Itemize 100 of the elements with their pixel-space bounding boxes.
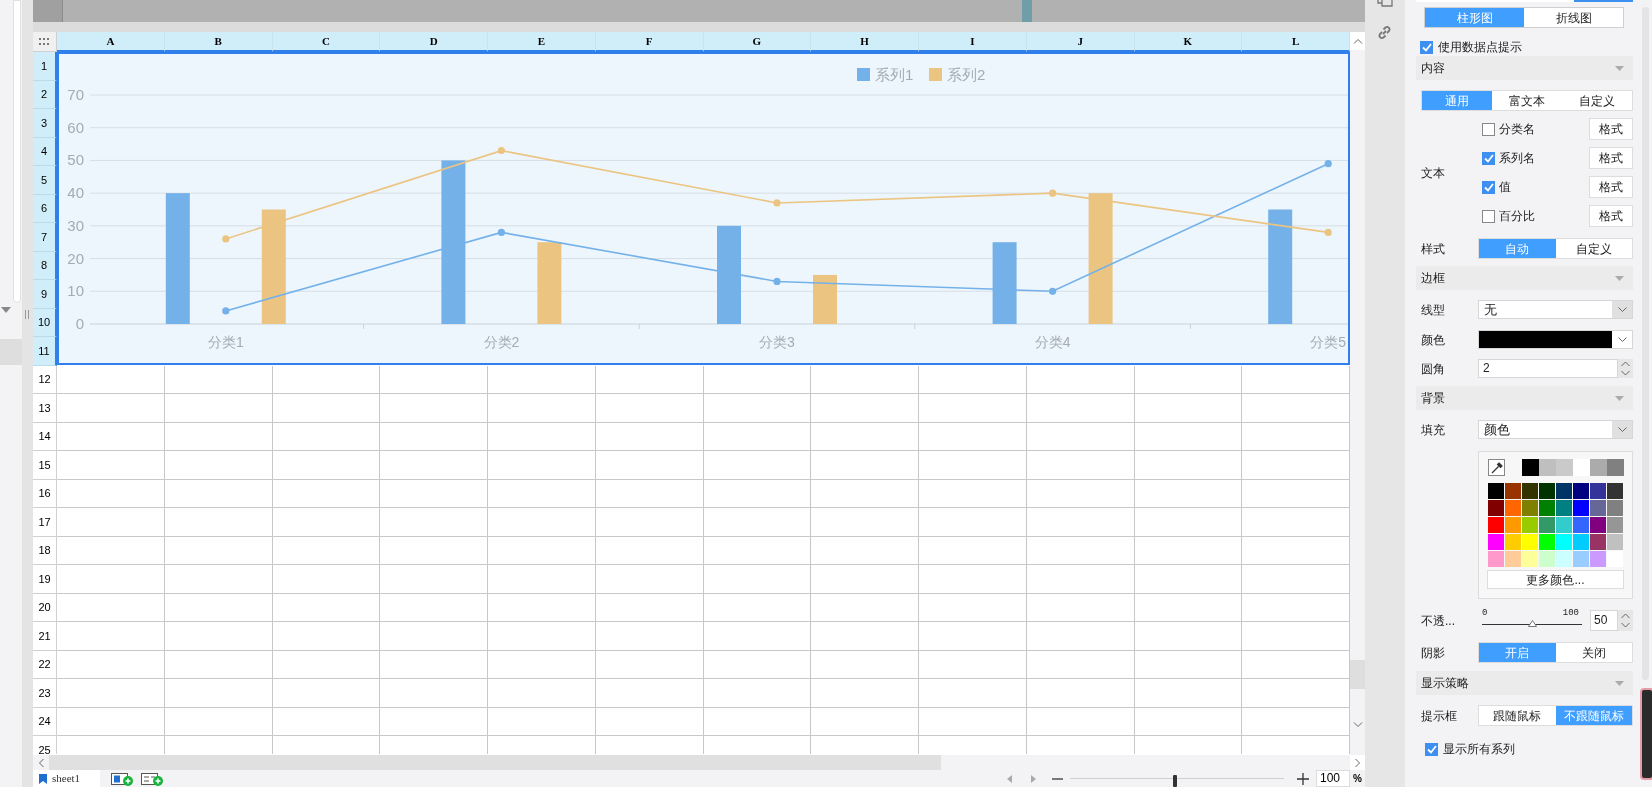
spreadsheet-cell[interactable] (811, 593, 919, 622)
color-swatch[interactable] (1556, 517, 1572, 533)
spinner-icon[interactable] (1618, 610, 1633, 631)
color-swatch[interactable] (1522, 551, 1538, 567)
spreadsheet-cell[interactable] (380, 479, 488, 508)
column-header[interactable]: J (1026, 32, 1135, 52)
row-header[interactable]: 8 (33, 251, 57, 280)
section-header[interactable]: 背景 (1416, 386, 1633, 410)
spreadsheet-cell[interactable] (919, 593, 1027, 622)
spreadsheet-cell[interactable] (703, 479, 812, 508)
chevron-down-icon[interactable] (1612, 301, 1632, 318)
color-swatch[interactable] (1488, 500, 1504, 516)
spreadsheet-cell[interactable] (811, 650, 919, 679)
column-header[interactable]: B (164, 32, 273, 52)
row-header[interactable]: 17 (33, 508, 57, 537)
spreadsheet-cell[interactable] (57, 536, 165, 565)
spreadsheet-cell[interactable] (811, 394, 919, 423)
color-swatch[interactable] (1539, 483, 1555, 499)
spreadsheet-cell[interactable] (595, 593, 704, 622)
spreadsheet-cell[interactable] (1026, 707, 1135, 736)
spreadsheet-cell[interactable] (1134, 536, 1243, 565)
spreadsheet-cell[interactable] (1134, 394, 1243, 423)
color-swatch[interactable] (1539, 551, 1555, 567)
spreadsheet-cell[interactable] (272, 536, 381, 565)
spreadsheet-cell[interactable] (380, 707, 488, 736)
format-button[interactable]: 格式 (1589, 205, 1633, 227)
spreadsheet-cell[interactable] (811, 565, 919, 594)
row-header[interactable]: 16 (33, 479, 57, 508)
spreadsheet-cell[interactable] (703, 650, 812, 679)
column-header[interactable]: E (488, 32, 596, 52)
spreadsheet-cell[interactable] (595, 622, 704, 651)
spreadsheet-cell[interactable] (595, 650, 704, 679)
color-swatch[interactable] (1573, 483, 1589, 499)
column-header[interactable]: C (272, 32, 381, 52)
color-swatch[interactable] (1607, 459, 1624, 476)
spreadsheet-cell[interactable] (380, 422, 488, 451)
color-swatch[interactable] (1505, 483, 1521, 499)
color-swatch[interactable] (1573, 500, 1589, 516)
spreadsheet-cell[interactable] (811, 536, 919, 565)
row-header[interactable]: 11 (33, 337, 57, 366)
checkbox[interactable] (1482, 209, 1495, 223)
spreadsheet-cell[interactable] (1134, 422, 1243, 451)
spreadsheet-cell[interactable] (1134, 707, 1243, 736)
color-swatch[interactable] (1556, 483, 1572, 499)
column-header[interactable]: G (703, 32, 812, 52)
spreadsheet-cell[interactable] (57, 650, 165, 679)
row-header[interactable]: 23 (33, 679, 57, 708)
color-swatch[interactable] (1488, 534, 1504, 550)
collapse-triangle-icon[interactable] (1615, 65, 1624, 71)
checkbox[interactable] (1420, 40, 1433, 54)
spreadsheet-cell[interactable] (595, 479, 704, 508)
slider-thumb[interactable] (1527, 620, 1537, 627)
spinner-icon[interactable] (1618, 359, 1633, 378)
scrollbar-thumb[interactable] (49, 755, 941, 770)
format-button[interactable]: 格式 (1589, 176, 1633, 198)
section-header[interactable]: 显示策略 (1416, 671, 1633, 695)
color-swatch[interactable] (1556, 500, 1572, 516)
spreadsheet-cell[interactable] (919, 650, 1027, 679)
checkbox[interactable] (1482, 151, 1495, 165)
spreadsheet-cell[interactable] (1026, 422, 1135, 451)
spreadsheet-cell[interactable] (272, 451, 381, 480)
spreadsheet-cell[interactable] (380, 394, 488, 423)
color-swatch[interactable] (1522, 534, 1538, 550)
color-swatch[interactable] (1607, 500, 1623, 516)
ruler-handle[interactable] (33, 0, 63, 22)
color-swatch[interactable] (1590, 517, 1606, 533)
row-header[interactable]: 4 (33, 137, 57, 166)
spreadsheet-cell[interactable] (57, 394, 165, 423)
row-header[interactable]: 1 (33, 52, 57, 81)
color-swatch[interactable] (1590, 551, 1606, 567)
dropdown-triangle-icon[interactable] (1, 307, 11, 313)
link-icon[interactable] (1377, 25, 1392, 40)
color-swatch[interactable] (1607, 517, 1623, 533)
row-header[interactable]: 21 (33, 622, 57, 651)
color-swatch[interactable] (1573, 517, 1589, 533)
spreadsheet-cell[interactable] (1026, 622, 1135, 651)
spreadsheet-cell[interactable] (919, 679, 1027, 708)
spreadsheet-cell[interactable] (811, 451, 919, 480)
row-header[interactable]: 20 (33, 593, 57, 622)
spreadsheet-cell[interactable] (919, 508, 1027, 537)
spreadsheet-cell[interactable] (595, 422, 704, 451)
spreadsheet-cell[interactable] (57, 508, 165, 537)
format-button[interactable]: 格式 (1589, 118, 1633, 140)
spreadsheet-cell[interactable] (595, 451, 704, 480)
color-swatch[interactable] (1522, 517, 1538, 533)
spreadsheet-cell[interactable] (57, 479, 165, 508)
row-header[interactable]: 12 (33, 365, 57, 394)
spreadsheet-cell[interactable] (811, 422, 919, 451)
column-header[interactable]: L (1242, 32, 1350, 52)
spreadsheet-cell[interactable] (380, 451, 488, 480)
spreadsheet-cell[interactable] (57, 451, 165, 480)
spreadsheet-cell[interactable] (380, 593, 488, 622)
row-header[interactable]: 2 (33, 80, 57, 109)
collapse-triangle-icon[interactable] (1615, 395, 1624, 401)
spreadsheet-cell[interactable] (488, 536, 596, 565)
spreadsheet-cell[interactable] (272, 679, 381, 708)
scrollbar-thumb[interactable] (1350, 660, 1365, 689)
spreadsheet-cell[interactable] (272, 622, 381, 651)
spreadsheet-cell[interactable] (488, 508, 596, 537)
spreadsheet-cell[interactable] (1134, 679, 1243, 708)
